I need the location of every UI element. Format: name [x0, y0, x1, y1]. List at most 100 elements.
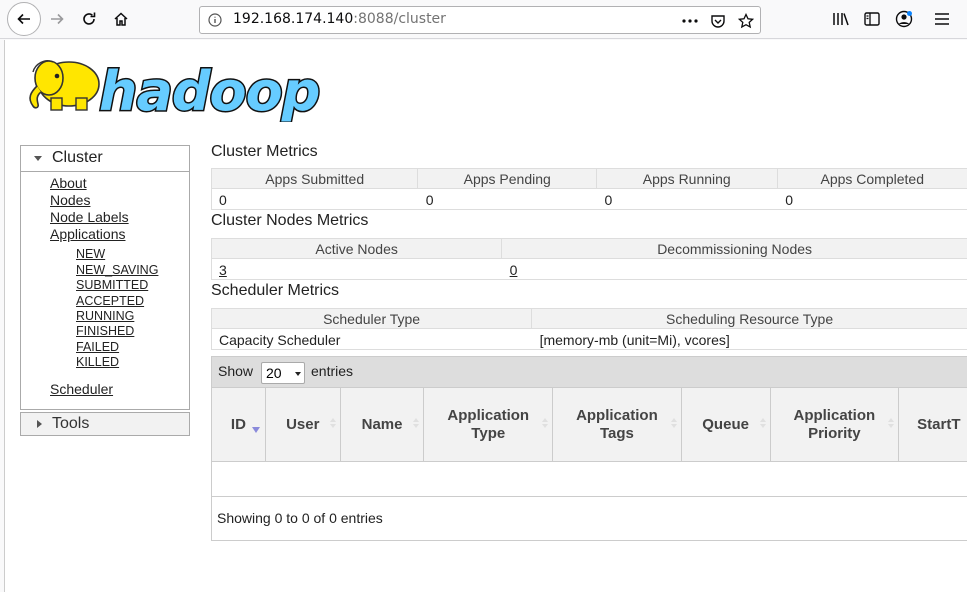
url-path: :8088/cluster	[353, 11, 446, 27]
nodes-metrics-table: Active Nodes Decommissioning Nodes 3 0	[211, 238, 967, 280]
column-header: Scheduler Type	[212, 309, 533, 328]
column-header: Apps Pending	[418, 169, 597, 188]
address-bar[interactable]: 192.168.174.140:8088/cluster	[199, 6, 761, 34]
menu-button[interactable]	[927, 4, 957, 34]
column-header: Apps Running	[597, 169, 778, 188]
account-icon	[895, 10, 913, 28]
page-actions-icon[interactable]	[679, 10, 701, 32]
logo-wordmark: hadoop	[99, 60, 319, 122]
nav-link-applications[interactable]: Applications	[50, 226, 126, 242]
column-header-name[interactable]: Name	[341, 388, 425, 461]
cluster-nav-box: Cluster About Nodes Node Labels Applicat…	[20, 145, 190, 410]
back-button[interactable]	[7, 2, 41, 36]
column-header-id[interactable]: ID	[212, 388, 266, 461]
nav-state-accepted[interactable]: ACCEPTED	[76, 294, 144, 308]
library-icon	[833, 13, 849, 26]
forward-button[interactable]	[42, 4, 72, 34]
table-toolbar: Show 20 entries	[212, 357, 967, 387]
column-header-queue[interactable]: Queue	[682, 388, 771, 461]
nav-link-scheduler[interactable]: Scheduler	[50, 381, 113, 397]
table-header-row: Active Nodes Decommissioning Nodes	[211, 238, 967, 259]
sort-icon	[329, 418, 336, 430]
table-cell: 0	[785, 192, 794, 208]
nav-state-new-saving[interactable]: NEW_SAVING	[76, 263, 158, 277]
hadoop-logo[interactable]: hadoop	[21, 50, 321, 122]
column-header: Apps Completed	[820, 171, 924, 187]
home-icon	[114, 12, 128, 26]
column-header-application-tags[interactable]: Application Tags	[553, 388, 682, 461]
nav-link-node-labels[interactable]: Node Labels	[50, 209, 129, 225]
column-header-label: StartT	[917, 415, 961, 433]
library-button[interactable]	[826, 4, 856, 34]
nav-link-about[interactable]: About	[50, 175, 87, 191]
sort-icon	[670, 418, 677, 430]
entries-label: entries	[311, 363, 354, 379]
sort-icon	[888, 418, 895, 430]
active-nodes-link[interactable]: 3	[219, 262, 227, 278]
cluster-metrics-title: Cluster Metrics	[211, 143, 318, 160]
applications-table: Show 20 entries ID User Name Application…	[211, 356, 967, 541]
table-header-row: ID User Name Application Type Applicatio…	[212, 387, 967, 462]
table-header-row: Scheduler Type Scheduling Resource Type	[211, 308, 967, 329]
column-header-start-time[interactable]: StartT	[899, 388, 967, 461]
bookmark-star-icon[interactable]	[735, 10, 757, 32]
cluster-metrics-table: Apps Submitted Apps Pending Apps Running…	[211, 168, 967, 210]
nav-state-finished[interactable]: FINISHED	[76, 324, 134, 338]
pocket-icon[interactable]	[707, 10, 729, 32]
nav-state-running[interactable]: RUNNING	[76, 309, 134, 323]
cluster-nav-header[interactable]: Cluster	[21, 146, 189, 172]
column-header-application-type[interactable]: Application Type	[424, 388, 554, 461]
table-row: 3 0	[211, 259, 967, 280]
column-header-label: User	[286, 415, 320, 433]
page-length-value: 20	[266, 365, 282, 381]
decommissioning-nodes-link[interactable]: 0	[510, 262, 518, 278]
column-header-label: Application Type	[447, 406, 530, 442]
browser-toolbar: 192.168.174.140:8088/cluster	[0, 0, 967, 39]
column-header-label: ID	[230, 415, 246, 433]
sidebar-toggle-button[interactable]	[857, 4, 887, 34]
scheduler-metrics-table: Scheduler Type Scheduling Resource Type …	[211, 308, 967, 350]
page-content: hadoop Cluster About Nodes Node Labels A…	[4, 40, 967, 592]
scheduler-metrics-title: Scheduler Metrics	[211, 282, 340, 299]
column-header-label: Application Priority	[793, 406, 876, 442]
sort-icon	[759, 418, 766, 430]
reload-icon	[83, 12, 96, 25]
expand-triangle-icon	[34, 156, 42, 161]
home-button[interactable]	[106, 4, 136, 34]
table-info: Showing 0 to 0 of 0 entries	[217, 510, 383, 526]
nav-state-killed[interactable]: KILLED	[76, 355, 119, 369]
table-row: 0 0 0 0	[211, 189, 967, 210]
table-cell: 0	[425, 192, 434, 208]
sort-descending-icon	[252, 427, 260, 433]
elephant-mascot	[29, 60, 100, 111]
account-button[interactable]	[889, 4, 919, 34]
column-header: Decommissioning Nodes	[657, 241, 813, 257]
column-header-user[interactable]: User	[266, 388, 341, 461]
chevron-down-icon	[295, 372, 301, 376]
column-header-label: Application Tags	[576, 406, 658, 442]
nav-state-submitted[interactable]: SUBMITTED	[76, 278, 148, 292]
arrow-left-icon	[17, 13, 30, 25]
table-cell: 0	[604, 192, 613, 208]
tools-nav-header[interactable]: Tools	[20, 412, 190, 436]
column-header-application-priority[interactable]: Application Priority	[771, 388, 900, 461]
hamburger-menu-icon	[935, 13, 949, 25]
nav-link-nodes[interactable]: Nodes	[50, 192, 90, 208]
collapsed-triangle-icon	[37, 420, 42, 428]
table-cell: Capacity Scheduler	[219, 332, 341, 348]
tools-nav-title: Tools	[52, 415, 90, 432]
nav-state-new[interactable]: NEW	[76, 247, 105, 261]
empty-table-row	[212, 462, 967, 497]
table-row: Capacity Scheduler [memory-mb (unit=Mi),…	[211, 329, 967, 350]
show-label: Show	[218, 363, 254, 379]
column-header-label: Queue	[702, 415, 749, 433]
info-icon[interactable]	[208, 13, 222, 27]
column-header: Scheduling Resource Type	[666, 311, 834, 327]
nav-state-failed[interactable]: FAILED	[76, 340, 119, 354]
arrow-right-icon	[51, 13, 64, 25]
reload-button[interactable]	[74, 4, 104, 34]
url-text[interactable]: 192.168.174.140:8088/cluster	[233, 11, 446, 27]
column-header: Apps Submitted	[212, 169, 419, 188]
url-host: 192.168.174.140	[233, 11, 354, 27]
page-length-select[interactable]: 20	[261, 362, 305, 384]
